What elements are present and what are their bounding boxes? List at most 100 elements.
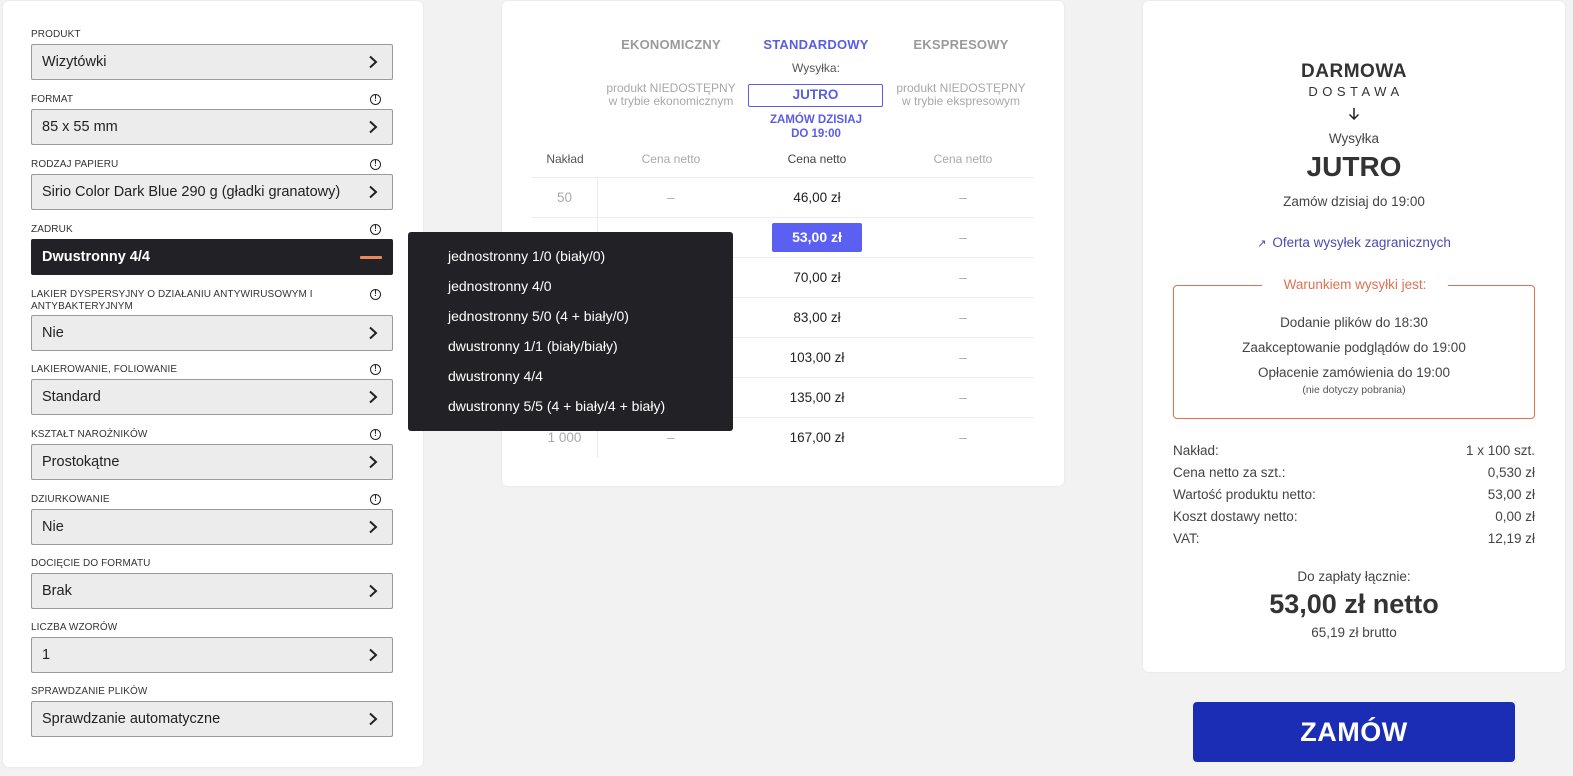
header-cena-exp: Cena netto bbox=[933, 152, 993, 166]
option-value: Nie bbox=[42, 519, 64, 535]
exp-unavailable-note: produkt NIEDOSTĘPNY w trybie ekspresowym bbox=[886, 82, 1036, 108]
lakierowanie-foliowanie-select[interactable]: Standard bbox=[31, 379, 393, 415]
option-dziurkowanie: DZIURKOWANIE! Nie bbox=[31, 494, 393, 545]
dropdown-option[interactable]: jednostronny 5/0 (4 + biały/0) bbox=[408, 301, 733, 331]
summary-line: Wartość produktu netto: 53,00 zł bbox=[1173, 487, 1535, 502]
summary-value: 53,00 zł bbox=[1487, 487, 1535, 502]
summary-key: Nakład: bbox=[1173, 443, 1219, 458]
jutro-badge: JUTRO bbox=[748, 84, 883, 107]
rodzaj-papieru-select[interactable]: Sirio Color Dark Blue 290 g (gładki gran… bbox=[31, 174, 393, 210]
info-icon[interactable]: ! bbox=[370, 224, 381, 235]
shipping-conditions-box: Warunkiem wysyłki jest: Dodanie plików d… bbox=[1173, 277, 1535, 419]
ksztalt-naroznikow-select[interactable]: Prostokątne bbox=[31, 444, 393, 480]
exp-price-cell[interactable]: – bbox=[890, 178, 1036, 218]
header-cena-std: Cena netto bbox=[787, 152, 847, 166]
dropdown-option[interactable]: jednostronny 1/0 (biały/0) bbox=[408, 241, 733, 271]
liczba-wzorow-select[interactable]: 1 bbox=[31, 637, 393, 673]
option-value: Wizytówki bbox=[42, 54, 107, 70]
chevron-right-icon bbox=[366, 520, 380, 534]
option-value: Brak bbox=[42, 583, 72, 599]
total-netto: 53,00 zł netto bbox=[1269, 589, 1439, 619]
free-delivery-subtitle: DOSTAWA bbox=[1308, 84, 1404, 99]
std-price-cell[interactable]: 135,00 zł bbox=[744, 378, 890, 418]
exp-unavail-line2: w trybie ekspresowym bbox=[901, 94, 1021, 108]
std-price-cell[interactable]: 167,00 zł bbox=[744, 418, 890, 458]
external-link-icon: ↗ bbox=[1257, 238, 1267, 250]
exp-price-cell[interactable]: – bbox=[890, 218, 1036, 258]
option-ksztalt-naroznikow: KSZTAŁT NAROŻNIKÓW! Prostokątne bbox=[31, 429, 393, 480]
summary-value: 0,00 zł bbox=[1495, 509, 1535, 524]
std-price-cell[interactable]: 83,00 zł bbox=[744, 298, 890, 338]
info-icon[interactable]: ! bbox=[370, 159, 381, 170]
qty-cell: 50 bbox=[532, 178, 598, 218]
info-icon[interactable]: ! bbox=[370, 494, 381, 505]
format-select[interactable]: 85 x 55 mm bbox=[31, 109, 393, 145]
sprawdzanie-plikow-select[interactable]: Sprawdzanie automatyczne bbox=[31, 701, 393, 737]
econ-unavailable-note: produkt NIEDOSTĘPNY w trybie ekonomiczny… bbox=[596, 82, 746, 108]
jutro-title: JUTRO bbox=[1306, 151, 1402, 182]
chevron-right-icon bbox=[366, 120, 380, 134]
header-cena-econ: Cena netto bbox=[641, 152, 701, 166]
option-label: FORMAT bbox=[31, 94, 74, 105]
selected-price[interactable]: 53,00 zł bbox=[772, 223, 862, 252]
exp-price-cell[interactable]: – bbox=[890, 338, 1036, 378]
collapse-dash-icon bbox=[360, 256, 382, 259]
option-zadruk: ZADRUK! Dwustronny 4/4 bbox=[31, 224, 393, 275]
dropdown-option[interactable]: dwustronny 4/4 bbox=[408, 361, 733, 391]
dziurkowanie-select[interactable]: Nie bbox=[31, 509, 393, 545]
option-label: PRODUKT bbox=[31, 29, 81, 40]
option-value: 85 x 55 mm bbox=[42, 119, 118, 135]
summary-line: VAT: 12,19 zł bbox=[1173, 531, 1535, 546]
option-label: LAKIEROWANIE, FOLIOWANIE bbox=[31, 364, 178, 375]
wysylka-text: Wysyłka bbox=[1328, 131, 1380, 146]
std-price-cell[interactable]: 70,00 zł bbox=[744, 258, 890, 298]
dociecie-do-formatu-select[interactable]: Brak bbox=[31, 573, 393, 609]
dropdown-option[interactable]: dwustronny 5/5 (4 + biały/4 + biały) bbox=[408, 391, 733, 421]
table-row[interactable]: 50–46,00 zł – bbox=[532, 177, 1036, 218]
foreign-shipping-label: Oferta wysyłek zagranicznych bbox=[1272, 235, 1451, 250]
dropdown-option[interactable]: dwustronny 1/1 (biały/biały) bbox=[408, 331, 733, 361]
foreign-shipping-link[interactable]: ↗ Oferta wysyłek zagranicznych bbox=[1143, 235, 1565, 250]
option-label: DZIURKOWANIE bbox=[31, 494, 110, 505]
summary-value: 12,19 zł bbox=[1487, 531, 1535, 546]
produkt-select[interactable]: Wizytówki bbox=[31, 44, 393, 80]
summary-value: 0,530 zł bbox=[1487, 465, 1535, 480]
info-icon[interactable]: ! bbox=[370, 429, 381, 440]
info-icon[interactable]: ! bbox=[370, 289, 381, 300]
option-value: Standard bbox=[42, 389, 101, 405]
option-lakierowanie-foliowanie: LAKIEROWANIE, FOLIOWANIE! Standard bbox=[31, 364, 393, 415]
option-label: SPRAWDZANIE PLIKÓW bbox=[31, 686, 148, 697]
option-value: Sirio Color Dark Blue 290 g (gładki gran… bbox=[42, 184, 341, 200]
std-price-cell[interactable]: 103,00 zł bbox=[744, 338, 890, 378]
info-icon[interactable]: ! bbox=[370, 364, 381, 375]
option-label: DOCIĘCIE DO FORMATU bbox=[31, 558, 151, 569]
exp-price-cell[interactable]: – bbox=[890, 298, 1036, 338]
header-naklad: Nakład bbox=[546, 152, 584, 166]
option-format: FORMAT! 85 x 55 mm bbox=[31, 94, 393, 145]
info-icon[interactable]: ! bbox=[370, 94, 381, 105]
order-today-note: ZAMÓW DZISIAJ DO 19:00 bbox=[731, 114, 901, 141]
order-today-line2: DO 19:00 bbox=[791, 127, 841, 140]
zadruk-select[interactable]: Dwustronny 4/4 bbox=[31, 239, 393, 275]
summary-line: Koszt dostawy netto: 0,00 zł bbox=[1173, 509, 1535, 524]
exp-price-cell[interactable]: – bbox=[890, 258, 1036, 298]
exp-price-cell[interactable]: – bbox=[890, 378, 1036, 418]
option-produkt: PRODUKT Wizytówki bbox=[31, 29, 393, 80]
wysylka-label: Wysyłka: bbox=[792, 61, 840, 75]
zadruk-dropdown-menu: jednostronny 1/0 (biały/0) jednostronny 4… bbox=[408, 232, 733, 431]
order-until-text: Zamów dzisiaj do 19:00 bbox=[1283, 194, 1425, 209]
summary-key: VAT: bbox=[1173, 531, 1200, 546]
arrow-down-icon bbox=[1143, 107, 1565, 126]
options-panel: PRODUKT Wizytówki FORMAT! 85 x 55 mm RODZAJ … bbox=[3, 1, 423, 767]
lakier-dyspersyjny-o-select[interactable]: Nie bbox=[31, 315, 393, 351]
summary-key: Cena netto za szt.: bbox=[1173, 465, 1286, 480]
chevron-right-icon bbox=[366, 326, 380, 340]
dropdown-option[interactable]: jednostronny 4/0 bbox=[408, 271, 733, 301]
condition-previews: Zaakceptowanie podglądów do 19:00 bbox=[1242, 340, 1466, 355]
order-button[interactable]: ZAMÓW bbox=[1193, 702, 1515, 762]
econ-price-cell[interactable]: – bbox=[598, 178, 744, 218]
std-price-cell[interactable]: 46,00 zł bbox=[744, 178, 890, 218]
std-price-cell[interactable]: 53,00 zł bbox=[744, 218, 890, 258]
exp-price-cell[interactable]: – bbox=[890, 418, 1036, 458]
column-ekspresowy[interactable]: EKSPRESOWY bbox=[876, 37, 1046, 52]
